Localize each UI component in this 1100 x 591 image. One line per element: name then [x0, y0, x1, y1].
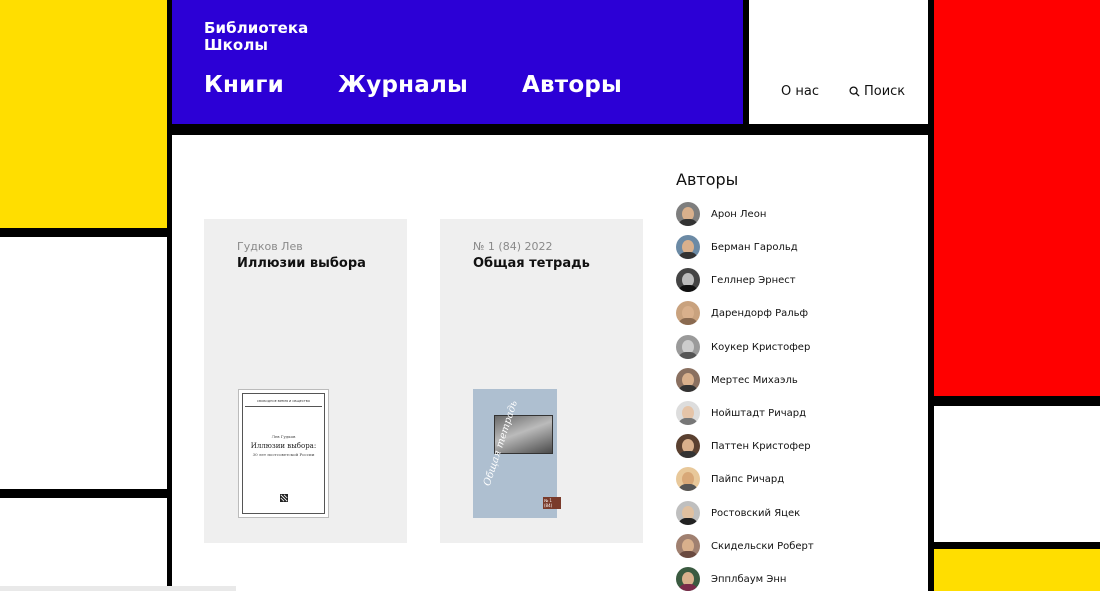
- white-block-left-bottom: [0, 498, 167, 591]
- cover-issue-badge: № 1 (84): [543, 497, 561, 509]
- header-side: О нас Поиск: [749, 0, 928, 124]
- author-avatar: [676, 202, 700, 226]
- author-name[interactable]: Ростовский Яцек: [711, 508, 800, 519]
- cover-series-text: СВОБОДНОЕ ВРЕМЯ И ОБЩЕСТВО: [256, 399, 311, 403]
- journal-title[interactable]: Общая тетрадь: [473, 256, 590, 271]
- author-name[interactable]: Нойштадт Ричард: [711, 408, 806, 419]
- author-avatar: [676, 534, 700, 558]
- cover-subtitle-text: 30 лет постсоветской России: [252, 452, 315, 457]
- cover-title-text: Иллюзии выбора:: [250, 442, 317, 450]
- yellow-block-right-bottom: [934, 549, 1100, 591]
- author-name[interactable]: Эпплбаум Энн: [711, 574, 786, 585]
- search-icon: [849, 86, 860, 97]
- author-avatar: [676, 335, 700, 359]
- author-avatar: [676, 368, 700, 392]
- cover-author-text: Лев Гудков: [271, 434, 296, 439]
- search-label: Поиск: [863, 84, 906, 99]
- red-block-right-top: [934, 0, 1100, 396]
- author-item[interactable]: Мертес Михаэль: [676, 368, 798, 392]
- author-avatar: [676, 401, 700, 425]
- book-card[interactable]: Гудков Лев Иллюзии выбора СВОБОДНОЕ ВРЕМ…: [204, 219, 407, 543]
- author-item[interactable]: Дарендорф Ральф: [676, 301, 808, 325]
- author-item[interactable]: Паттен Кристофер: [676, 434, 811, 458]
- journal-card[interactable]: № 1 (84) 2022 Общая тетрадь Общая тетрад…: [440, 219, 643, 543]
- status-strip: [0, 586, 236, 591]
- author-item[interactable]: Скидельски Роберт: [676, 534, 814, 558]
- white-block-left-middle: [0, 237, 167, 489]
- author-avatar: [676, 467, 700, 491]
- author-item[interactable]: Арон Леон: [676, 202, 766, 226]
- header-main: Библиотека Школы Книги Журналы Авторы: [172, 0, 743, 124]
- yellow-block-top-left: [0, 0, 167, 228]
- nav-authors-link[interactable]: Авторы: [522, 72, 622, 98]
- author-item[interactable]: Коукер Кристофер: [676, 335, 810, 359]
- author-name[interactable]: Пайпс Ричард: [711, 474, 784, 485]
- author-item[interactable]: Берман Гарольд: [676, 235, 798, 259]
- book-author: Гудков Лев: [237, 240, 303, 253]
- author-item[interactable]: Ростовский Яцек: [676, 501, 800, 525]
- journal-issue: № 1 (84) 2022: [473, 240, 553, 253]
- author-avatar: [676, 434, 700, 458]
- author-avatar: [676, 567, 700, 591]
- author-item[interactable]: Эпплбаум Энн: [676, 567, 786, 591]
- author-item[interactable]: Нойштадт Ричард: [676, 401, 806, 425]
- author-name[interactable]: Арон Леон: [711, 209, 766, 220]
- brand-line-1: Библиотека: [204, 19, 309, 37]
- brand-line-2: Школы: [204, 36, 269, 54]
- nav-journals-link[interactable]: Журналы: [338, 72, 468, 98]
- author-name[interactable]: Паттен Кристофер: [711, 441, 811, 452]
- author-name[interactable]: Скидельски Роберт: [711, 541, 814, 552]
- author-name[interactable]: Берман Гарольд: [711, 242, 798, 253]
- publisher-logo-icon: [280, 494, 288, 502]
- authors-heading: Авторы: [676, 170, 739, 189]
- author-avatar: [676, 501, 700, 525]
- book-title[interactable]: Иллюзии выбора: [237, 256, 366, 271]
- main-nav: Книги Журналы Авторы: [204, 72, 622, 98]
- nav-books-link[interactable]: Книги: [204, 72, 284, 98]
- author-name[interactable]: Геллнер Эрнест: [711, 275, 796, 286]
- book-cover-image[interactable]: СВОБОДНОЕ ВРЕМЯ И ОБЩЕСТВО Лев Гудков Ил…: [238, 389, 329, 518]
- about-link[interactable]: О нас: [781, 84, 819, 99]
- author-name[interactable]: Мертес Михаэль: [711, 375, 798, 386]
- author-name[interactable]: Коукер Кристофер: [711, 342, 810, 353]
- journal-cover-image[interactable]: Общая тетрадь № 1 (84): [473, 389, 561, 518]
- secondary-nav: О нас Поиск: [781, 84, 905, 99]
- site-brand[interactable]: Библиотека Школы: [204, 20, 308, 54]
- author-name[interactable]: Дарендорф Ральф: [711, 308, 808, 319]
- author-item[interactable]: Пайпс Ричард: [676, 467, 784, 491]
- author-avatar: [676, 301, 700, 325]
- white-block-right-middle: [934, 406, 1100, 542]
- author-avatar: [676, 268, 700, 292]
- author-avatar: [676, 235, 700, 259]
- author-item[interactable]: Геллнер Эрнест: [676, 268, 796, 292]
- search-button[interactable]: Поиск: [849, 84, 905, 99]
